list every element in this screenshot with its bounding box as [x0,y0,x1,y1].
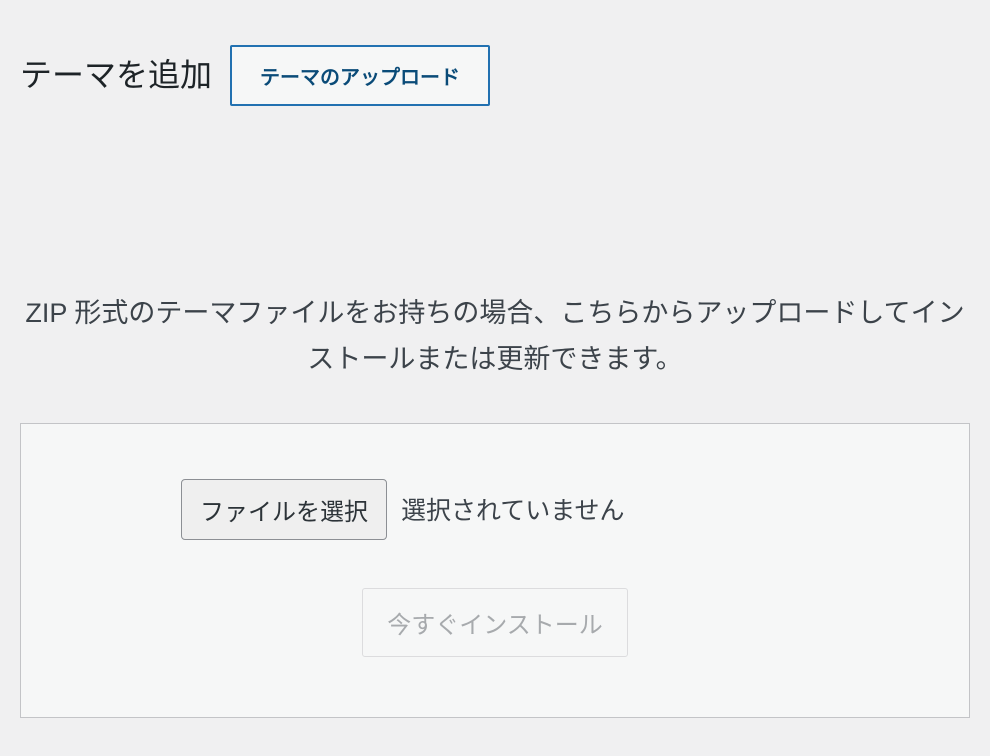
file-status-text: 選択されていません [401,491,625,527]
upload-theme-button[interactable]: テーマのアップロード [230,45,490,106]
install-now-button[interactable]: 今すぐインストール [362,588,628,657]
file-input-row: ファイルを選択 選択されていません [61,479,929,540]
upload-description: ZIP 形式のテーマファイルをお持ちの場合、こちらからアップロードしてインストー… [0,291,990,383]
upload-form-box: ファイルを選択 選択されていません 今すぐインストール [20,423,970,718]
file-select-button[interactable]: ファイルを選択 [181,479,387,540]
page-title: テーマを追加 [20,56,212,94]
